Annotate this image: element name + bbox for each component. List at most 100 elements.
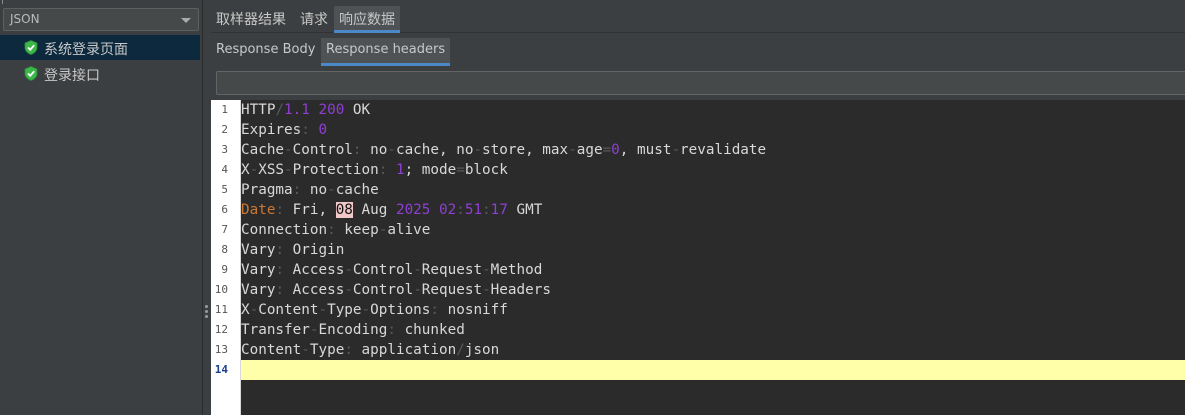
code-token: cache bbox=[335, 182, 379, 198]
renderer-select[interactable]: JSON bbox=[3, 8, 199, 31]
highlighted-token: 08 bbox=[335, 202, 353, 218]
code-token: Vary bbox=[241, 242, 276, 258]
code-line[interactable]: Vary: Access-Control-Request-Method bbox=[241, 260, 1185, 280]
code-line[interactable]: Vary: Access-Control-Request-Headers bbox=[241, 280, 1185, 300]
line-number: 11 bbox=[214, 303, 228, 316]
tree-item-login-api[interactable]: 登录接口 bbox=[0, 61, 200, 86]
line-number: 9 bbox=[221, 263, 228, 276]
code-token: 1 bbox=[395, 162, 405, 178]
code-token: : bbox=[378, 162, 396, 178]
code-area[interactable]: HTTP/1.1 200 OK Expires: 0 Cache-Control: … bbox=[241, 100, 1185, 415]
code-token: - bbox=[473, 142, 483, 158]
code-token: / bbox=[275, 102, 285, 118]
code-line[interactable]: X-Content-Type-Options: nosniff bbox=[241, 300, 1185, 320]
code-token: - bbox=[387, 142, 396, 158]
code-token: : bbox=[292, 182, 310, 198]
code-line[interactable]: Expires: 0 bbox=[241, 120, 1185, 140]
results-panel: 取样器结果 请求 响应数据 Response Body Response hea… bbox=[211, 0, 1185, 415]
code-token: - bbox=[249, 302, 259, 318]
code-token: : bbox=[482, 202, 491, 218]
tab-response-headers[interactable]: Response headers bbox=[321, 38, 451, 66]
tab-request[interactable]: 请求 bbox=[295, 6, 333, 33]
code-token: / bbox=[456, 342, 465, 358]
code-token: block bbox=[464, 162, 508, 178]
code-token: OK bbox=[352, 102, 371, 118]
code-token: Access bbox=[292, 262, 345, 278]
splitter-grip-icon[interactable] bbox=[205, 305, 208, 319]
line-number: 1 bbox=[221, 103, 228, 116]
code-token: Request bbox=[421, 282, 483, 298]
code-token: : bbox=[327, 222, 345, 238]
code-token: : bbox=[275, 202, 293, 218]
code-token: : bbox=[387, 322, 405, 338]
response-subtabs: Response Body Response headers bbox=[211, 36, 1185, 66]
code-token: Method bbox=[490, 262, 543, 278]
code-token: Vary bbox=[241, 282, 276, 298]
code-line[interactable]: Transfer-Encoding: chunked bbox=[241, 320, 1185, 340]
code-line[interactable] bbox=[241, 360, 1185, 380]
code-token: Encoding bbox=[318, 322, 388, 338]
code-token: - bbox=[301, 342, 310, 358]
code-token: Headers bbox=[490, 282, 551, 298]
renderer-select-value: JSON bbox=[10, 12, 40, 26]
code-token: application bbox=[361, 342, 457, 358]
code-token: Aug bbox=[361, 202, 388, 218]
code-token: store, max bbox=[482, 142, 569, 158]
code-line[interactable]: Cache-Control: no-cache, no-store, max-a… bbox=[241, 140, 1185, 160]
code-token: : bbox=[275, 282, 293, 298]
code-line[interactable]: Pragma: no-cache bbox=[241, 180, 1185, 200]
chevron-down-icon[interactable] bbox=[181, 18, 191, 23]
line-number: 4 bbox=[221, 163, 228, 176]
code-line[interactable]: Content-Type: application/json bbox=[241, 340, 1185, 360]
tree-item-label: 登录接口 bbox=[44, 68, 100, 84]
code-token: 0 bbox=[611, 142, 620, 158]
code-token: X bbox=[241, 302, 250, 318]
code-line[interactable]: X-XSS-Protection: 1; mode=block bbox=[241, 160, 1185, 180]
code-line[interactable]: Connection: keep-alive bbox=[241, 220, 1185, 240]
headers-editor[interactable]: 1 2 3 4 5 6 7 8 9 10 11 12 13 14 HTTP/1.1 200 OK Expir… bbox=[211, 100, 1185, 415]
code-line[interactable]: HTTP/1.1 200 OK bbox=[241, 100, 1185, 120]
line-number: 8 bbox=[221, 243, 228, 256]
code-token: Control bbox=[352, 282, 414, 298]
code-token: Expires bbox=[241, 122, 302, 138]
code-token: - bbox=[344, 282, 353, 298]
shield-check-icon bbox=[24, 40, 38, 55]
line-number: 7 bbox=[221, 223, 228, 236]
search-input[interactable] bbox=[216, 71, 1185, 95]
line-number: 2 bbox=[221, 123, 228, 136]
code-token: cache, no bbox=[395, 142, 474, 158]
result-tabs: 取样器结果 请求 响应数据 bbox=[211, 0, 1185, 33]
panel-splitter[interactable] bbox=[203, 0, 211, 415]
code-token: revalidate bbox=[680, 142, 767, 158]
code-token: age bbox=[576, 142, 603, 158]
panel-top-edge bbox=[0, 0, 203, 4]
code-token: Date bbox=[241, 202, 276, 218]
line-number: 12 bbox=[214, 323, 228, 336]
code-token: - bbox=[327, 182, 336, 198]
line-number: 5 bbox=[221, 183, 228, 196]
code-token: ; mode bbox=[404, 162, 457, 178]
code-token: - bbox=[413, 282, 422, 298]
code-token: 2025 bbox=[395, 202, 431, 218]
code-token: X bbox=[241, 162, 250, 178]
code-token: Fri, bbox=[292, 202, 336, 218]
code-line[interactable]: Vary: Origin bbox=[241, 240, 1185, 260]
code-token: Content bbox=[258, 302, 319, 318]
tab-response-body[interactable]: Response Body bbox=[211, 38, 320, 66]
code-token: alive bbox=[387, 222, 431, 238]
app-window: JSON 系统登录页面 登录接口 取样器结果 请求 响应数据 Response … bbox=[0, 0, 1185, 415]
line-number-gutter: 1 2 3 4 5 6 7 8 9 10 11 12 13 14 bbox=[211, 100, 241, 415]
code-token: Request bbox=[421, 262, 483, 278]
code-token: json bbox=[464, 342, 500, 358]
tab-sampler-result[interactable]: 取样器结果 bbox=[211, 6, 291, 33]
code-line[interactable]: Date: Fri, 08 Aug 2025 02:51:17 GMT bbox=[241, 200, 1185, 220]
code-token: - bbox=[344, 262, 353, 278]
code-token: GMT bbox=[516, 202, 543, 218]
tree-item-login-page[interactable]: 系统登录页面 bbox=[0, 35, 200, 60]
code-token: , must bbox=[619, 142, 672, 158]
code-token: Access bbox=[292, 282, 345, 298]
tab-response-data[interactable]: 响应数据 bbox=[334, 6, 400, 33]
